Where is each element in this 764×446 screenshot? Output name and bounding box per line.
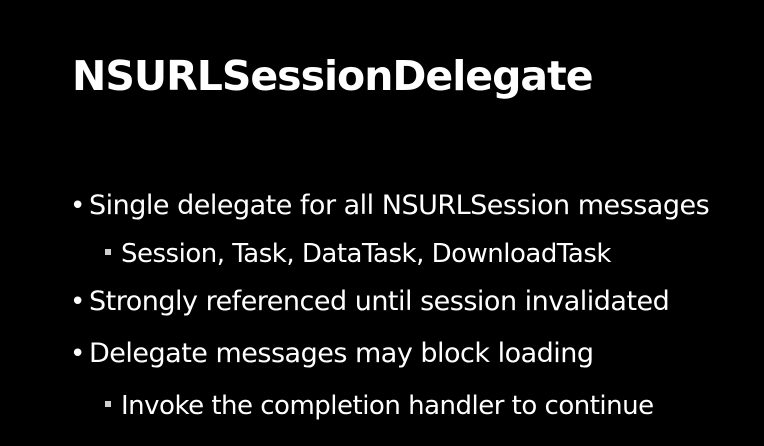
slide-title: NSURLSessionDelegate (72, 52, 594, 100)
slide: NSURLSessionDelegate • Single delegate f… (0, 0, 764, 446)
bullet-dot-icon: • (70, 191, 85, 221)
sub-bullet-text: Session, Task, DataTask, DownloadTask (121, 239, 611, 269)
sub-bullet-square-icon (105, 249, 111, 255)
bullet-dot-icon: • (70, 339, 85, 369)
sub-bullet-square-icon (105, 401, 111, 407)
bullet-text: Delegate messages may block loading (89, 338, 594, 369)
sub-bullet-text: Invoke the completion handler to continu… (121, 391, 654, 421)
bullet-dot-icon: • (70, 287, 85, 317)
bullet-text: Strongly referenced until session invali… (89, 286, 670, 317)
bullet-text: Single delegate for all NSURLSession mes… (89, 190, 710, 221)
